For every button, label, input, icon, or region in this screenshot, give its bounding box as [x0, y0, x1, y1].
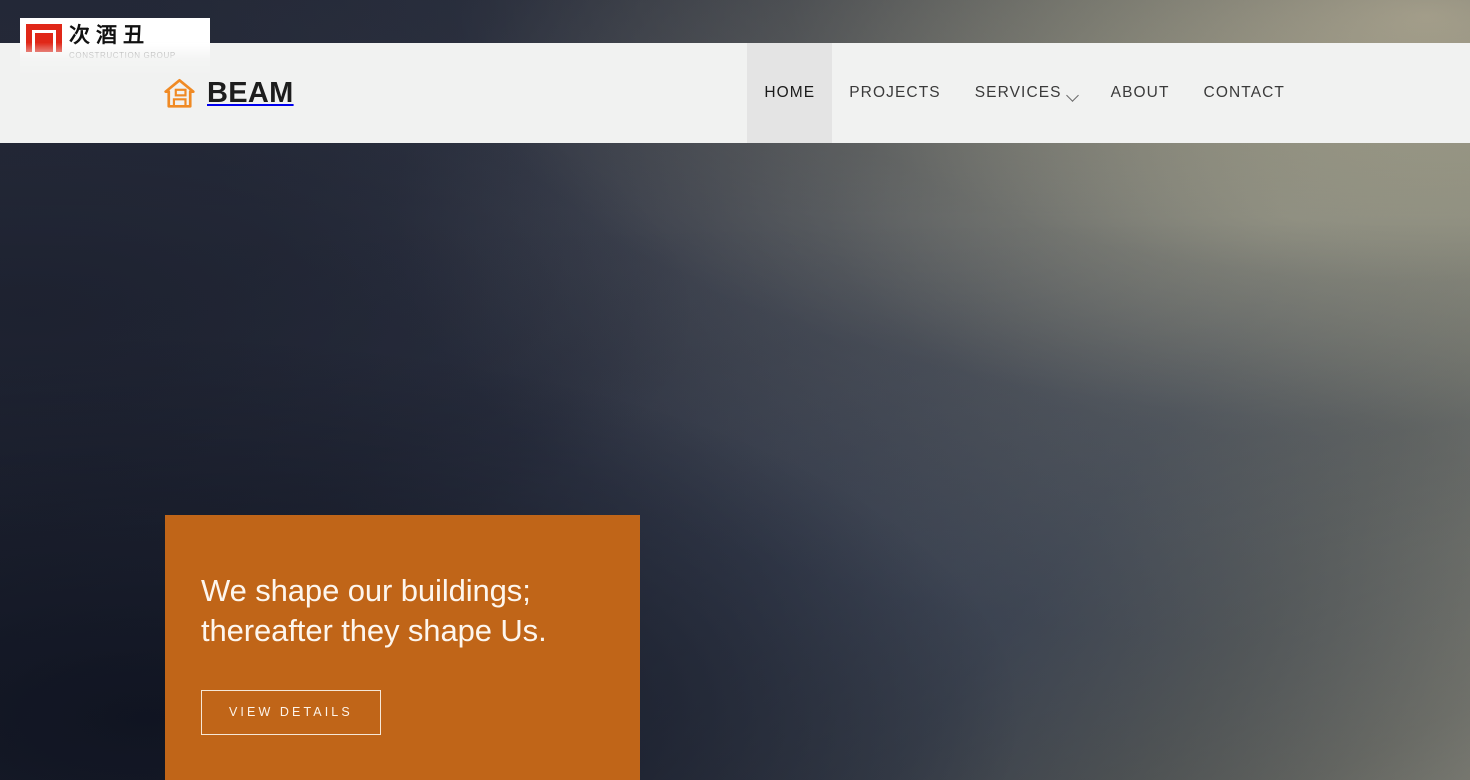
red-square-logo-mark-icon: [26, 24, 62, 52]
view-details-button[interactable]: VIEW DETAILS: [201, 690, 381, 735]
hero-card: We shape our buildings; thereafter they …: [165, 515, 640, 780]
hero-heading: We shape our buildings; thereafter they …: [201, 571, 640, 651]
brand-name: BEAM: [207, 76, 294, 109]
hero-heading-line-2: thereafter they shape Us.: [201, 613, 547, 648]
page-root: BEAM HOME PROJECTS SERVICES ABOUT CONTAC…: [0, 0, 1470, 780]
overlay-logo-artifact: 次酒丑 CONSTRUCTION GROUP: [20, 18, 210, 74]
nav-item-services[interactable]: SERVICES: [958, 43, 1094, 143]
hero-heading-line-1: We shape our buildings;: [201, 573, 531, 608]
nav-item-contact[interactable]: CONTACT: [1187, 43, 1302, 143]
site-header: BEAM HOME PROJECTS SERVICES ABOUT CONTAC…: [0, 43, 1470, 143]
overlay-logo-chinese-text: 次酒丑: [69, 23, 150, 47]
nav-item-projects[interactable]: PROJECTS: [832, 43, 957, 143]
main-navigation: HOME PROJECTS SERVICES ABOUT CONTACT: [747, 43, 1470, 143]
nav-item-services-label: SERVICES: [974, 84, 1062, 101]
nav-item-home-label: HOME: [764, 84, 816, 101]
overlay-logo-text: 次酒丑 CONSTRUCTION GROUP: [69, 24, 176, 60]
chevron-down-icon: [1065, 88, 1079, 102]
nav-item-contact-label: CONTACT: [1203, 84, 1285, 101]
nav-item-about-label: ABOUT: [1110, 84, 1170, 101]
nav-item-home[interactable]: HOME: [747, 43, 833, 143]
overlay-logo-sub-text: CONSTRUCTION GROUP: [69, 51, 176, 61]
nav-item-projects-label: PROJECTS: [849, 84, 941, 101]
nav-item-about[interactable]: ABOUT: [1094, 43, 1187, 143]
house-icon: [164, 78, 195, 108]
